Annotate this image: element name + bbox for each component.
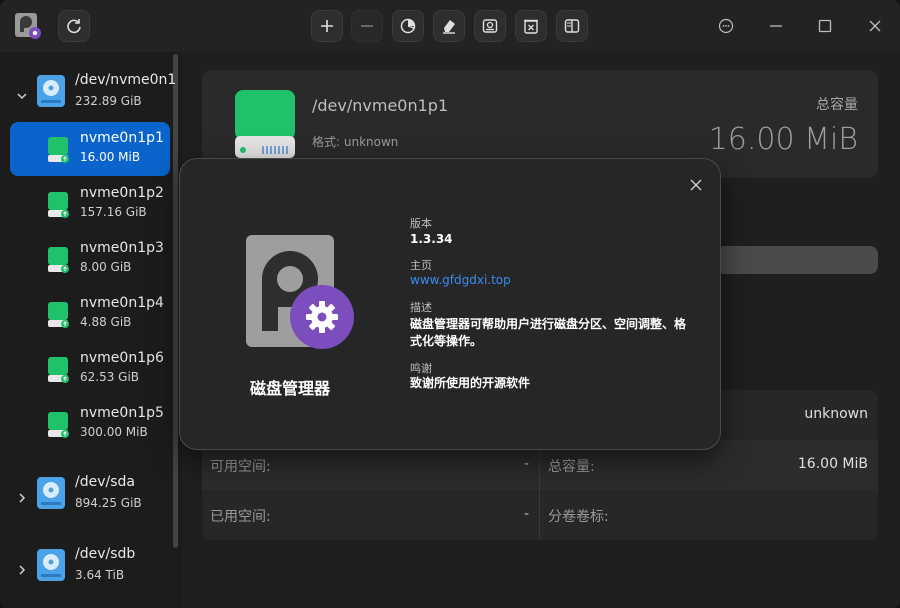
disk-size: 232.89 GiB — [75, 94, 142, 108]
partition-item-nvme0n1p3[interactable]: nvme0n1p3 8.00 GiB — [10, 232, 170, 286]
resize-icon — [564, 19, 580, 33]
partition-size: 4.88 GiB — [80, 315, 132, 329]
disk-icon — [37, 549, 65, 581]
partition-item-nvme0n1p5[interactable]: nvme0n1p5 300.00 MiB — [10, 397, 170, 451]
capacity-value: 16.00 MiB — [708, 122, 858, 157]
chevron-right-icon[interactable] — [16, 492, 28, 504]
partition-item-nvme0n1p4[interactable]: nvme0n1p4 4.88 GiB — [10, 287, 170, 341]
partition-size: 62.53 GiB — [80, 370, 140, 384]
partition-icon — [48, 137, 69, 163]
volume-label-label: 分卷卷标: — [548, 509, 609, 525]
delete-partition-button[interactable] — [351, 10, 383, 42]
partition-icon — [48, 302, 69, 328]
minus-icon — [361, 25, 373, 27]
titlebar — [0, 0, 900, 52]
partition-name: nvme0n1p5 — [80, 405, 164, 421]
partition-size: 8.00 GiB — [80, 260, 132, 274]
sidebar-scrollbar[interactable] — [173, 54, 178, 548]
resize-button[interactable] — [556, 10, 588, 42]
partition-size: 16.00 MiB — [80, 150, 141, 164]
total-capacity-value: 16.00 MiB — [797, 456, 868, 472]
version-label: 版本 — [410, 217, 432, 230]
mount-button[interactable] — [474, 10, 506, 42]
menu-button[interactable] — [714, 14, 738, 38]
used-space-value: - — [524, 506, 530, 522]
partition-button[interactable] — [392, 10, 424, 42]
disk-item-sdb[interactable]: /dev/sdb 3.64 TiB — [0, 544, 172, 602]
total-capacity-label: 总容量: — [548, 459, 595, 475]
available-space-value: - — [524, 456, 530, 472]
disk-item-nvme0n1[interactable]: /dev/nvme0n1 232.89 GiB — [0, 70, 176, 128]
available-space-label: 可用空间: — [210, 459, 271, 475]
partition-icon — [48, 192, 69, 218]
eraser-icon — [443, 20, 455, 34]
description-text-line2: 式化等操作。 — [410, 334, 483, 348]
partition-format: 格式: unknown — [312, 135, 399, 149]
refresh-button[interactable] — [58, 10, 90, 42]
partition-item-nvme0n1p6[interactable]: nvme0n1p6 62.53 GiB — [10, 342, 170, 396]
disk-name: /dev/nvme0n1 — [75, 72, 177, 88]
partition-name: nvme0n1p2 — [80, 185, 164, 201]
partition-name: nvme0n1p3 — [80, 240, 164, 256]
thanks-label: 鸣谢 — [410, 362, 432, 375]
capacity-label: 总容量 — [816, 97, 858, 113]
partition-icon — [48, 357, 69, 383]
used-space-label: 已用空间: — [210, 509, 271, 525]
partition-size: 300.00 MiB — [80, 425, 148, 439]
drive-mount-icon — [482, 19, 498, 33]
minimize-icon — [770, 25, 782, 27]
refresh-icon — [67, 19, 81, 34]
partition-name: nvme0n1p4 — [80, 295, 164, 311]
wipe-button[interactable] — [433, 10, 465, 42]
app-logo-icon — [246, 235, 354, 349]
create-partition-button[interactable] — [311, 10, 343, 42]
app-window: /dev/nvme0n1 232.89 GiB nvme0n1p1 16.00 … — [0, 0, 900, 608]
disk-icon — [37, 477, 65, 509]
disk-item-sda[interactable]: /dev/sda 894.25 GiB — [0, 472, 172, 530]
table-divider — [539, 440, 540, 540]
chevron-down-icon[interactable] — [16, 90, 28, 102]
disk-size: 894.25 GiB — [75, 496, 142, 510]
disk-name: /dev/sda — [75, 474, 135, 490]
unmount-button[interactable] — [515, 10, 547, 42]
filesystem-value: unknown — [804, 406, 868, 422]
dialog-close-button[interactable] — [684, 173, 708, 197]
menu-icon — [718, 18, 734, 34]
partition-drive-icon — [235, 90, 295, 158]
about-dialog: 磁盘管理器 版本 1.3.34 主页 www.gfdgdxi.top 描述 磁盘… — [179, 158, 721, 450]
version-value: 1.3.34 — [410, 232, 453, 246]
partition-icon — [48, 247, 69, 273]
disk-size: 3.64 TiB — [75, 568, 125, 582]
disk-icon — [37, 75, 65, 107]
chevron-right-icon[interactable] — [16, 564, 28, 576]
disk-name: /dev/sdb — [75, 546, 136, 562]
close-icon — [869, 20, 881, 32]
app-logo-icon — [15, 13, 41, 39]
partition-icon — [48, 412, 69, 438]
info-row: 已用空间: - 分卷卷标: — [202, 490, 878, 540]
description-text-line1: 磁盘管理器可帮助用户进行磁盘分区、空间调整、格 — [410, 317, 687, 331]
partition-title: /dev/nvme0n1p1 — [312, 96, 449, 115]
partition-item-nvme0n1p1[interactable]: nvme0n1p1 16.00 MiB — [10, 122, 170, 176]
homepage-link[interactable]: www.gfdgdxi.top — [410, 273, 511, 287]
maximize-icon — [818, 19, 832, 33]
partition-name: nvme0n1p1 — [80, 130, 164, 146]
close-window-button[interactable] — [863, 14, 887, 38]
partition-size: 157.16 GiB — [80, 205, 147, 219]
partition-item-nvme0n1p2[interactable]: nvme0n1p2 157.16 GiB — [10, 177, 170, 231]
description-label: 描述 — [410, 301, 432, 314]
close-icon — [690, 179, 702, 191]
pie-chart-icon — [400, 18, 416, 34]
partition-name: nvme0n1p6 — [80, 350, 164, 366]
usage-bar — [716, 246, 878, 274]
drive-unmount-icon — [524, 19, 538, 34]
minimize-button[interactable] — [764, 14, 788, 38]
maximize-button[interactable] — [813, 14, 837, 38]
app-name: 磁盘管理器 — [250, 379, 331, 398]
homepage-label: 主页 — [410, 259, 432, 272]
plus-icon — [321, 20, 333, 32]
thanks-link[interactable]: 致谢所使用的开源软件 — [410, 375, 530, 392]
